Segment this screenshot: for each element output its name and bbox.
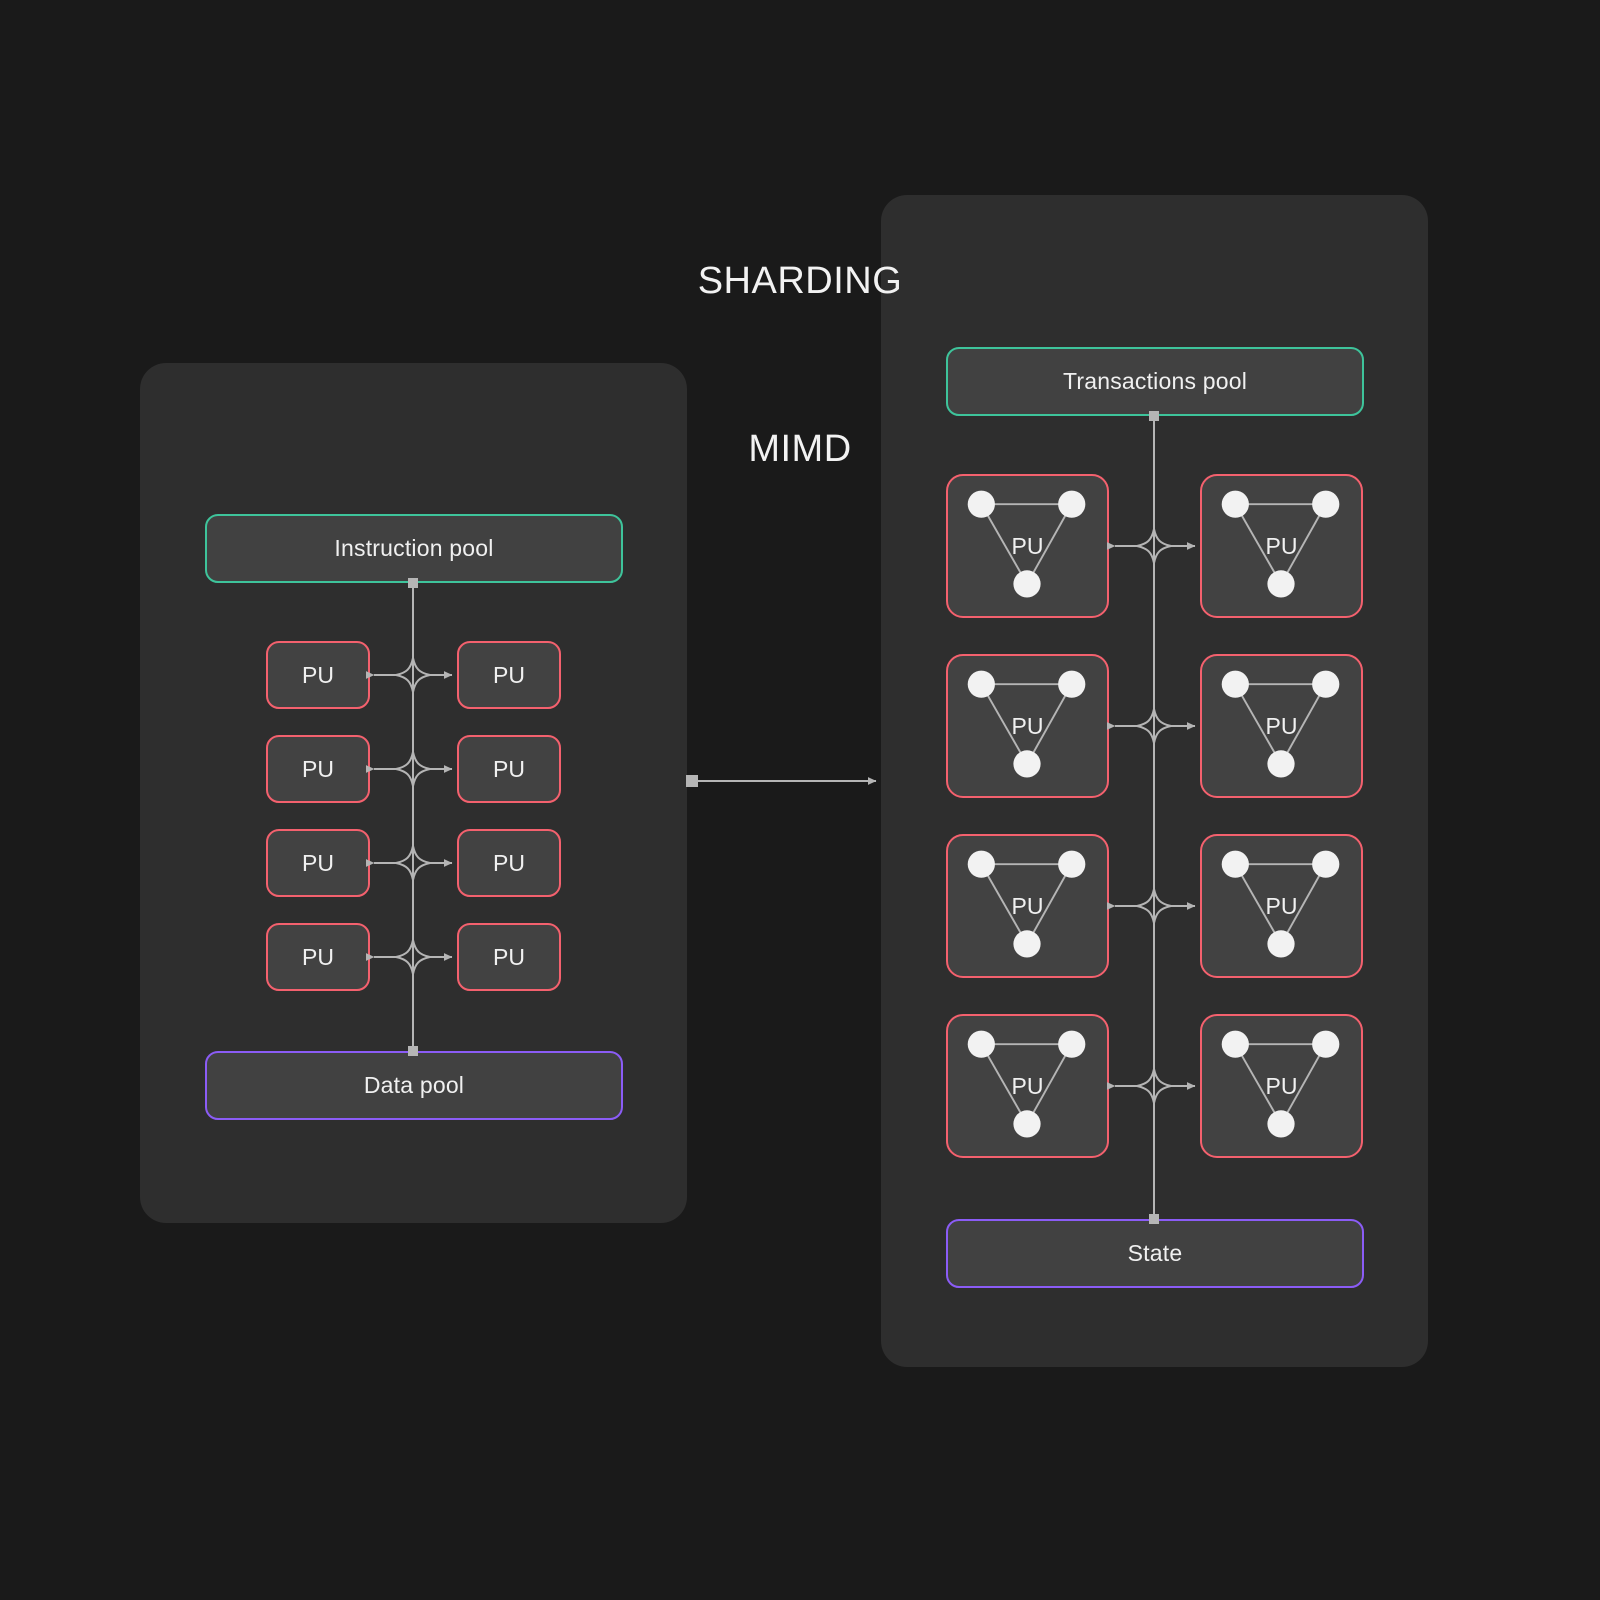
shard-pu-r2-left[interactable]: PU xyxy=(946,654,1109,798)
pu-label: PU xyxy=(1011,1072,1044,1099)
mimd-pu-r4-left[interactable]: PU xyxy=(266,923,370,991)
shard-pu-r1-right[interactable]: PU xyxy=(1200,474,1363,618)
pu-label: PU xyxy=(1265,892,1298,919)
state-pool-label: State xyxy=(1127,1240,1183,1266)
panel-sharding-title: SHARDING xyxy=(697,260,903,302)
pu-label: PU xyxy=(302,661,334,688)
pu-label: PU xyxy=(302,943,334,970)
instruction-pool-box[interactable]: Instruction pool xyxy=(205,514,623,583)
state-pool-box[interactable]: State xyxy=(946,1219,1364,1288)
mimd-pu-r1-right[interactable]: PU xyxy=(457,641,561,709)
shard-pu-r3-right[interactable]: PU xyxy=(1200,834,1363,978)
diagram-canvas: MIMD Instruction pool PU PU PU PU PU PU … xyxy=(0,0,1600,1600)
data-pool-box[interactable]: Data pool xyxy=(205,1051,623,1120)
pu-label: PU xyxy=(1011,892,1044,919)
shard-pu-r2-right[interactable]: PU xyxy=(1200,654,1363,798)
mimd-pu-r2-right[interactable]: PU xyxy=(457,735,561,803)
pu-label: PU xyxy=(493,755,525,782)
data-pool-label: Data pool xyxy=(363,1072,465,1098)
mimd-pu-r1-left[interactable]: PU xyxy=(266,641,370,709)
pu-label: PU xyxy=(1265,532,1298,559)
shard-pu-r4-left[interactable]: PU xyxy=(946,1014,1109,1158)
instruction-pool-label: Instruction pool xyxy=(334,535,494,561)
shard-pu-r4-right[interactable]: PU xyxy=(1200,1014,1363,1158)
pu-label: PU xyxy=(1011,532,1044,559)
pu-label: PU xyxy=(1265,1072,1298,1099)
mimd-pu-r3-right[interactable]: PU xyxy=(457,829,561,897)
mimd-pu-r3-left[interactable]: PU xyxy=(266,829,370,897)
pu-label: PU xyxy=(493,661,525,688)
shard-pu-r3-left[interactable]: PU xyxy=(946,834,1109,978)
mimd-pu-r4-right[interactable]: PU xyxy=(457,923,561,991)
transactions-pool-box[interactable]: Transactions pool xyxy=(946,347,1364,416)
square-endpoint-icon xyxy=(686,775,698,787)
pu-label: PU xyxy=(302,849,334,876)
panel-link-connector[interactable] xyxy=(686,775,877,787)
pu-label: PU xyxy=(493,849,525,876)
pu-label: PU xyxy=(1011,712,1044,739)
pu-label: PU xyxy=(493,943,525,970)
pu-label: PU xyxy=(302,755,334,782)
transactions-pool-label: Transactions pool xyxy=(1062,368,1248,394)
mimd-pu-r2-left[interactable]: PU xyxy=(266,735,370,803)
shard-pu-r1-left[interactable]: PU xyxy=(946,474,1109,618)
pu-label: PU xyxy=(1265,712,1298,739)
